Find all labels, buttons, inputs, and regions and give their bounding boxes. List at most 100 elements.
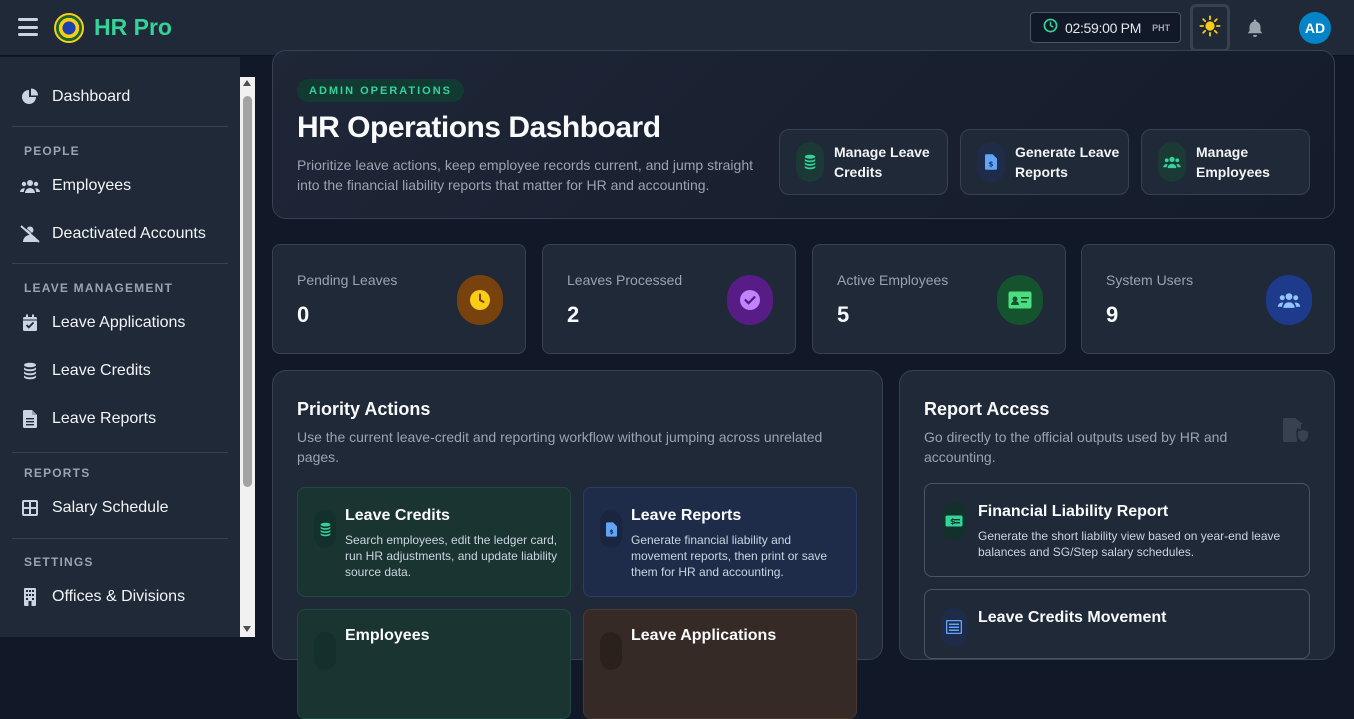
sidebar-divider [12, 126, 228, 127]
chart-pie-icon [20, 87, 40, 107]
quick-action-label: Manage Leave Credits [834, 144, 930, 180]
table-cells-icon [20, 498, 40, 518]
file-invoice-icon: $ [977, 142, 1005, 182]
manage-employees-button[interactable]: Manage Employees [1141, 129, 1310, 195]
svg-text:$: $ [609, 528, 613, 535]
clock-time: 02:59:00 PM [1065, 19, 1142, 36]
action-title: Employees [345, 627, 430, 644]
action-card-leave-reports[interactable]: $ Leave Reports Generate financial liabi… [583, 487, 857, 597]
clock-display: 02:59:00 PM PHT [1030, 12, 1181, 43]
report-access-title: Report Access [924, 399, 1050, 419]
action-card-leave-applications[interactable]: Leave Applications [583, 609, 857, 719]
sidebar-divider [12, 452, 228, 453]
coins-icon [796, 142, 824, 182]
action-description: Search employees, edit the ledger card, … [345, 533, 558, 579]
notification-bell-icon[interactable] [1244, 16, 1266, 40]
calendar-check-icon [600, 632, 622, 670]
theme-toggle-button[interactable] [1190, 4, 1230, 52]
clock-timezone: PHT [1152, 22, 1171, 33]
clock-icon [457, 275, 503, 325]
stat-card-leaves-processed[interactable]: Leaves Processed 2 [542, 244, 796, 354]
generate-leave-reports-button[interactable]: $ Generate Leave Reports [960, 129, 1129, 195]
stat-value: 5 [837, 302, 850, 327]
quick-action-label: Manage Employees [1196, 144, 1270, 180]
sidebar: Dashboard PEOPLE Employees Deactivated A… [0, 57, 240, 637]
building-icon [20, 587, 40, 607]
sidebar-item-employees[interactable]: Employees [0, 166, 240, 206]
stat-label: Leaves Processed [567, 272, 683, 288]
user-avatar[interactable]: AD [1299, 12, 1331, 44]
id-card-icon [997, 275, 1043, 325]
sidebar-item-deactivated-accounts[interactable]: Deactivated Accounts [0, 214, 240, 254]
user-slash-icon [20, 224, 40, 244]
sidebar-divider [12, 538, 228, 539]
priority-actions-title: Priority Actions [297, 399, 431, 419]
top-bar: HR Pro 02:59:00 PM PHT AD [0, 0, 1354, 56]
sidebar-item-leave-reports[interactable]: Leave Reports [0, 399, 240, 439]
stat-label: Pending Leaves [297, 272, 398, 288]
sidebar-item-leave-applications[interactable]: Leave Applications [0, 303, 240, 343]
clock-icon [1043, 18, 1058, 38]
coins-icon [20, 361, 40, 381]
file-invoice-icon: $ [600, 510, 622, 548]
priority-actions-description: Use the current leave-credit and reporti… [297, 429, 823, 465]
users-icon [1158, 142, 1186, 182]
sidebar-section-settings: SETTINGS [24, 555, 94, 569]
sidebar-scrollbar-thumb[interactable] [243, 96, 252, 487]
action-title: Leave Applications [631, 627, 777, 644]
sidebar-item-label: Deactivated Accounts [52, 225, 206, 242]
report-description: Generate the short liability view based … [978, 529, 1281, 559]
menu-toggle-icon[interactable] [18, 18, 38, 36]
report-access-description: Go directly to the official outputs used… [924, 429, 1228, 465]
action-title: Leave Reports [631, 507, 742, 524]
sun-icon [1199, 14, 1221, 42]
svg-text:$: $ [950, 517, 956, 526]
sidebar-item-label: Dashboard [52, 88, 131, 105]
stat-value: 9 [1106, 302, 1119, 327]
sidebar-item-leave-credits[interactable]: Leave Credits [0, 351, 240, 391]
check-circle-icon [727, 275, 773, 325]
sidebar-item-label: Salary Schedule [52, 499, 169, 516]
sidebar-item-salary-schedule[interactable]: Salary Schedule [0, 488, 240, 528]
scroll-up-arrow-icon[interactable] [243, 80, 251, 86]
action-card-employees[interactable]: Employees [297, 609, 571, 719]
sidebar-section-people: PEOPLE [24, 144, 80, 158]
sidebar-section-reports: REPORTS [24, 466, 91, 480]
coins-icon [314, 510, 336, 548]
report-title: Financial Liability Report [978, 503, 1169, 520]
sidebar-item-label: Offices & Divisions [52, 588, 186, 605]
quick-action-label: Generate Leave Reports [1015, 144, 1120, 180]
sidebar-divider [12, 263, 228, 264]
brand-name[interactable]: HR Pro [94, 14, 172, 41]
page-description: Prioritize leave actions, keep employee … [297, 157, 753, 193]
users-icon [1266, 275, 1312, 325]
admin-operations-chip: ADMIN OPERATIONS [297, 79, 465, 102]
sidebar-item-label: Employees [52, 177, 132, 194]
action-title: Leave Credits [345, 507, 450, 524]
scroll-down-arrow-icon[interactable] [243, 626, 251, 632]
stat-label: System Users [1106, 272, 1194, 288]
manage-leave-credits-button[interactable]: Manage Leave Credits [779, 129, 948, 195]
action-card-leave-credits[interactable]: Leave Credits Search employees, edit the… [297, 487, 571, 597]
report-link-financial-liability[interactable]: $ Financial Liability Report Generate th… [924, 483, 1310, 577]
stat-card-system-users[interactable]: System Users 9 [1081, 244, 1335, 354]
sidebar-item-offices-divisions[interactable]: Offices & Divisions [0, 577, 240, 617]
sidebar-section-leave-management: LEAVE MANAGEMENT [24, 281, 173, 295]
svg-text:$: $ [989, 160, 994, 168]
stat-card-pending-leaves[interactable]: Pending Leaves 0 [272, 244, 526, 354]
table-list-icon [941, 608, 967, 646]
stat-label: Active Employees [837, 272, 949, 288]
report-title: Leave Credits Movement [978, 609, 1167, 626]
stat-value: 2 [567, 302, 580, 327]
stat-value: 0 [297, 302, 310, 327]
sidebar-item-dashboard[interactable]: Dashboard [0, 77, 240, 117]
users-icon [314, 632, 336, 670]
file-shield-icon [1283, 418, 1311, 449]
page-title: HR Operations Dashboard [297, 111, 661, 144]
report-link-leave-credits-movement[interactable]: Leave Credits Movement [924, 589, 1310, 659]
app-logo [54, 13, 84, 43]
calendar-check-icon [20, 313, 40, 333]
users-icon [20, 176, 40, 196]
file-lines-icon [20, 409, 40, 429]
stat-card-active-employees[interactable]: Active Employees 5 [812, 244, 1066, 354]
